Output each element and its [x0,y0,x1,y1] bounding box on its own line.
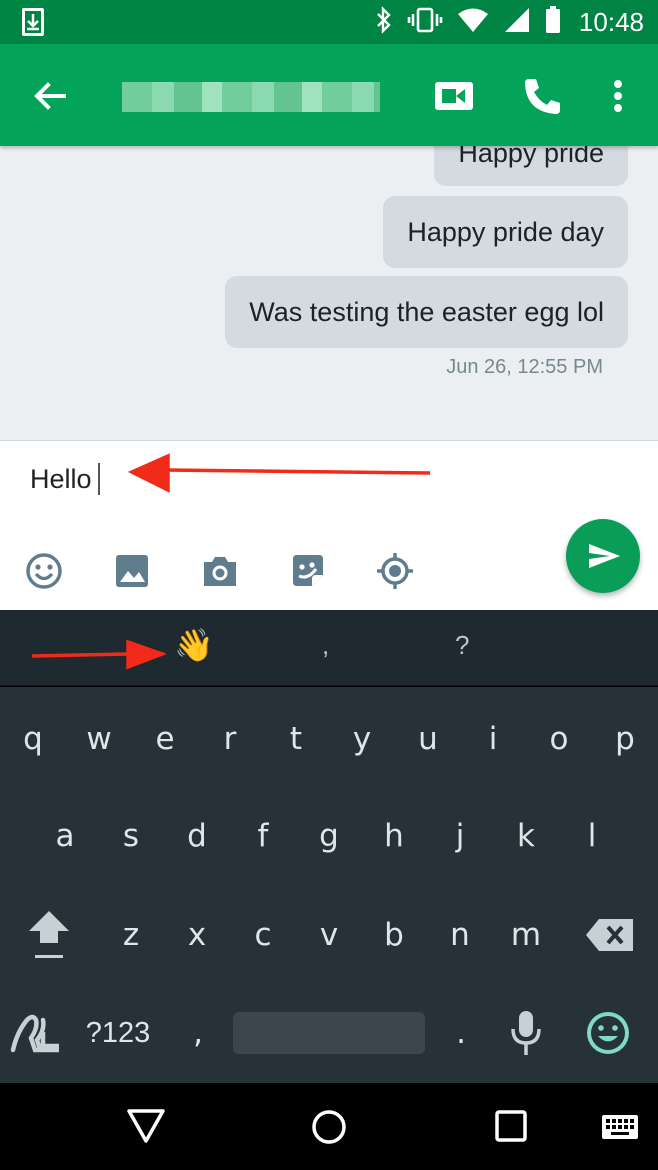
sticker-icon [293,555,323,586]
keyboard-switch-button[interactable] [600,1105,644,1149]
message-input[interactable]: Hello [30,463,100,495]
send-icon [589,544,620,568]
key-z[interactable]: z [101,895,161,975]
key-e[interactable]: e [135,699,195,779]
keyboard-icon [602,1115,638,1139]
compose-area: Hello [0,440,658,610]
suggestion-emoji[interactable]: 👋 [174,626,214,664]
contact-name [122,82,380,112]
key-l[interactable]: l [562,796,622,876]
camera-button[interactable] [200,551,240,591]
more-options-button[interactable] [604,74,632,118]
text-cursor [97,463,100,495]
conversation-list[interactable]: Happy pride Happy pride day Was testing … [0,146,658,440]
key-j[interactable]: j [430,796,490,876]
video-call-button[interactable] [432,74,476,118]
key-d[interactable]: d [167,796,227,876]
backspace-key[interactable] [578,895,642,975]
circle-home-icon [312,1110,346,1144]
app-bar [0,44,658,146]
message-timestamp: Jun 26, 12:55 PM [446,356,603,378]
image-icon [116,555,148,587]
key-f[interactable]: f [233,796,293,876]
more-vert-icon [614,80,622,112]
space-bar[interactable] [233,1012,425,1054]
symbols-key[interactable]: ?123 [78,993,158,1073]
key-p[interactable]: p [595,699,655,779]
key-b[interactable]: b [364,895,424,975]
clock: 10:48 [578,6,644,37]
key-m[interactable]: m [496,895,556,975]
key-c[interactable]: c [233,895,293,975]
suggestion-right[interactable]: ? [455,630,469,661]
microphone-icon [511,1011,541,1055]
message-bubble[interactable]: Was testing the easter egg lol [225,276,628,348]
key-u[interactable]: u [398,699,458,779]
back-button[interactable] [30,76,70,116]
key-n[interactable]: n [430,895,490,975]
home-nav-button[interactable] [307,1105,351,1149]
location-button[interactable] [375,551,415,591]
triangle-back-icon [127,1109,165,1143]
backspace-icon [586,919,633,951]
send-button[interactable] [566,519,640,593]
square-recents-icon [495,1110,527,1142]
back-nav-button[interactable] [124,1105,168,1149]
vibrate-icon [407,6,443,39]
download-icon [22,8,44,36]
emoji-button[interactable] [24,551,64,591]
key-v[interactable]: v [299,895,359,975]
video-camera-icon [435,82,473,110]
key-x[interactable]: x [167,895,227,975]
recents-nav-button[interactable] [490,1105,534,1149]
key-h[interactable]: h [364,796,424,876]
key-q[interactable]: q [3,699,63,779]
key-k[interactable]: k [496,796,556,876]
comma-key[interactable]: , [168,993,228,1073]
shift-key[interactable] [14,895,84,975]
bluetooth-icon [375,5,393,39]
handwriting-key[interactable] [4,993,64,1073]
shift-icon [29,911,69,958]
period-key[interactable]: . [431,993,491,1073]
key-i[interactable]: i [463,699,523,779]
gallery-button[interactable] [112,551,152,591]
handwriting-icon [10,1014,59,1053]
voice-input-key[interactable] [496,993,556,1073]
camera-icon [204,557,236,586]
key-t[interactable]: t [266,699,326,779]
phone-call-button[interactable] [520,74,564,118]
key-w[interactable]: w [69,699,129,779]
message-bubble[interactable]: Happy pride day [383,196,628,268]
key-o[interactable]: o [529,699,589,779]
key-y[interactable]: y [332,699,392,779]
cell-signal-icon [503,7,531,38]
navigation-bar [0,1083,658,1170]
status-bar: 10:48 [0,0,658,44]
emoji-icon [26,553,62,589]
message-input-text: Hello [30,463,92,494]
key-g[interactable]: g [299,796,359,876]
sticker-button[interactable] [288,551,328,591]
my-location-icon [377,553,413,589]
key-r[interactable]: r [200,699,260,779]
keyboard: q w e r t y u i o p a s d f g h j k l z … [0,687,658,1083]
battery-icon [545,5,561,39]
wifi-icon [457,7,489,38]
message-bubble[interactable]: Happy pride [434,146,628,186]
arrow-back-icon [34,82,66,110]
suggestion-middle[interactable]: , [322,630,329,661]
key-s[interactable]: s [101,796,161,876]
emoji-key-icon [587,1012,629,1054]
emoji-key[interactable] [578,993,638,1073]
phone-icon [525,79,560,114]
suggestion-strip: 👋 , ? [0,610,658,686]
key-a[interactable]: a [35,796,95,876]
